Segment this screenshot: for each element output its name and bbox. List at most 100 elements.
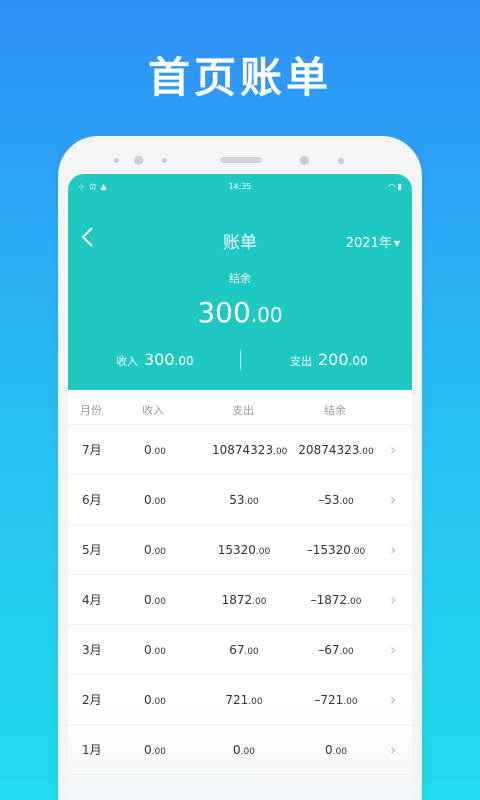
promo-title: 首页账单 <box>147 53 332 102</box>
chevron-right-icon: › <box>390 740 397 759</box>
balance-dec: .00 <box>339 647 354 657</box>
front-camera <box>134 156 143 165</box>
expense-int: 1872 <box>221 593 253 607</box>
sensor-dot <box>162 158 167 163</box>
phone-frame: ⊹ ⊡ ▲ 14:35 ◠ ▮ 账单 2021年 ▼ 结余 300.00 收入 30… <box>58 136 422 800</box>
expense-dec: .00 <box>244 497 259 507</box>
income-int: 0 <box>144 443 152 457</box>
table-row[interactable]: 7月 0.00 10874323.00 20874323.00 › <box>68 424 412 474</box>
expense-cell: 15320.00 <box>212 525 276 577</box>
status-icons-right: ◠ ▮ <box>388 182 402 191</box>
expense-int: 15320 <box>217 543 256 557</box>
table-row[interactable]: 2月 0.00 721.00 –721.00 › <box>68 674 412 724</box>
balance-label: 结余 <box>229 272 251 285</box>
table-row[interactable]: 5月 0.00 15320.00 –15320.00 › <box>68 524 412 574</box>
caret-down-icon: ▼ <box>393 239 400 248</box>
income-int: 0 <box>144 543 152 557</box>
table-row-empty <box>68 774 412 800</box>
expense-dec: .00 <box>348 354 368 368</box>
balance-cell: –1872.00 <box>296 575 376 627</box>
month-cell: 6月 <box>82 493 102 507</box>
balance-dec: .00 <box>332 747 347 757</box>
sensor-dot <box>300 156 309 165</box>
expense-cell: 53.00 <box>212 475 276 527</box>
monthly-table: 月份 收入 支出 结余 7月 0.00 10874323.00 20874323… <box>68 390 412 800</box>
income-cell: 0.00 <box>144 525 166 577</box>
income-cell: 0.00 <box>144 425 166 477</box>
table-row[interactable]: 1月 0.00 0.00 0.00 › <box>68 724 412 774</box>
income-dec: .00 <box>151 647 166 657</box>
balance-cell: 20874323.00 <box>296 425 376 477</box>
balance-cell: –15320.00 <box>296 525 376 577</box>
income-label: 收入 <box>116 355 138 368</box>
income-cell: 0.00 <box>144 575 166 627</box>
income-summary: 收入 300.00 <box>116 350 194 369</box>
balance-value: 300.00 <box>68 296 412 329</box>
balance-cell: –53.00 <box>296 475 376 527</box>
expense-cell: 67.00 <box>212 625 276 677</box>
balance-cell: –721.00 <box>296 675 376 727</box>
expense-int: 10874323 <box>212 443 274 457</box>
income-int: 0 <box>144 593 152 607</box>
chevron-right-icon: › <box>390 440 397 459</box>
chevron-right-icon: › <box>390 540 397 559</box>
expense-dec: .00 <box>248 697 263 707</box>
month-cell: 3月 <box>82 643 102 657</box>
chevron-right-icon: › <box>390 490 397 509</box>
expense-dec: .00 <box>240 747 255 757</box>
income-cell: 0.00 <box>144 675 166 727</box>
balance-int: 300 <box>197 296 251 329</box>
balance-dec: .00 <box>343 697 358 707</box>
income-cell: 0.00 <box>144 625 166 677</box>
year-label: 2021年 <box>345 236 392 251</box>
balance-dec: .00 <box>350 547 366 557</box>
expense-cell: 10874323.00 <box>212 425 287 477</box>
income-int: 300 <box>144 350 175 369</box>
expense-summary: 支出 200.00 <box>290 350 368 369</box>
sensor-dot <box>114 158 119 163</box>
balance-int: 20874323 <box>298 443 360 457</box>
expense-dec: .00 <box>244 647 259 657</box>
balance-cell: 0.00 <box>296 725 376 777</box>
summary-divider <box>240 350 241 370</box>
expense-int: 721 <box>225 693 249 707</box>
balance-dec: .00 <box>250 303 283 327</box>
expense-dec: .00 <box>273 447 288 457</box>
income-dec: .00 <box>151 447 166 457</box>
balance-int: –721 <box>314 693 344 707</box>
chevron-right-icon: › <box>390 640 397 659</box>
income-int: 0 <box>144 743 152 757</box>
table-row[interactable]: 6月 0.00 53.00 –53.00 › <box>68 474 412 524</box>
balance-cell: –67.00 <box>296 625 376 677</box>
balance-int: 0 <box>325 743 333 757</box>
expense-dec: .00 <box>255 547 271 557</box>
expense-label: 支出 <box>290 355 312 368</box>
income-dec: .00 <box>151 497 166 507</box>
expense-int: 200 <box>318 350 349 369</box>
table-row[interactable]: 3月 0.00 67.00 –67.00 › <box>68 624 412 674</box>
income-dec: .00 <box>151 547 166 557</box>
status-time: 14:35 <box>228 182 252 191</box>
month-cell: 7月 <box>82 443 102 457</box>
expense-cell: 721.00 <box>212 675 276 727</box>
year-selector[interactable]: 2021年 ▼ <box>346 232 400 251</box>
balance-dec: .00 <box>339 497 354 507</box>
header-expense: 支出 <box>232 404 254 417</box>
income-int: 0 <box>144 693 152 707</box>
table-row[interactable]: 4月 0.00 1872 .00 –1872.00 › <box>68 574 412 624</box>
balance-int: –53 <box>318 493 340 507</box>
balance-int: –15320 <box>306 543 351 557</box>
balance-dec: .00 <box>359 447 374 457</box>
chevron-right-icon: › <box>390 590 397 609</box>
income-dec: .00 <box>174 354 194 368</box>
income-cell: 0.00 <box>144 725 166 777</box>
expense-int: 53 <box>229 493 245 507</box>
month-cell: 4月 <box>82 593 102 607</box>
income-cell: 0.00 <box>144 475 166 527</box>
sensor-dot <box>338 158 344 164</box>
income-dec: .00 <box>151 597 166 607</box>
expense-int: 0 <box>233 743 241 757</box>
balance-int: –1872 <box>310 593 348 607</box>
header-income: 收入 <box>142 404 164 417</box>
bill-header: ⊹ ⊡ ▲ 14:35 ◠ ▮ 账单 2021年 ▼ 结余 300.00 收入 30… <box>68 174 412 390</box>
